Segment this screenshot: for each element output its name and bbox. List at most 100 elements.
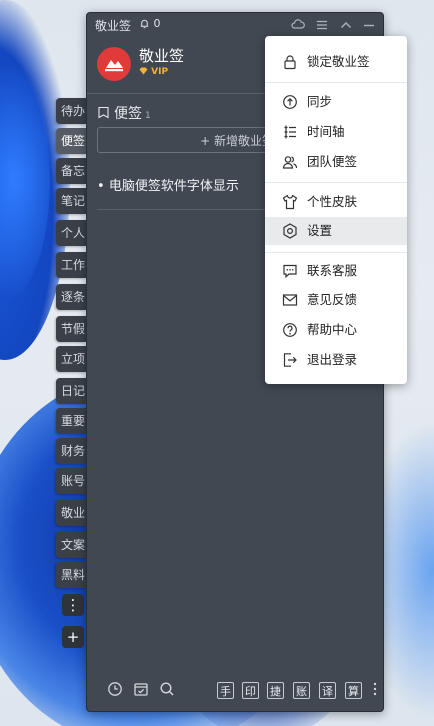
vip-badge[interactable]: VIP	[139, 67, 168, 77]
notification-button[interactable]: 0	[139, 17, 161, 30]
account-button[interactable]: 账	[293, 682, 310, 699]
menu-item-help-center[interactable]: 帮助中心	[265, 316, 407, 344]
side-tab-label: 备忘	[61, 164, 86, 178]
notes-count: 1	[145, 111, 151, 121]
add-tab-button[interactable]: +	[62, 626, 84, 648]
side-tab-label: 待办	[61, 104, 86, 118]
menu-item-timeline[interactable]: 时间轴	[265, 118, 407, 146]
timeline-icon	[284, 125, 296, 139]
side-tab-label: 财务	[61, 444, 86, 458]
clock-icon[interactable]	[105, 681, 125, 701]
note-title: 电脑便签软件字体显示	[108, 179, 239, 194]
collapse-icon[interactable]	[340, 20, 352, 30]
menu-separator	[265, 82, 407, 83]
help-icon	[283, 323, 297, 337]
note-list-item[interactable]: • 电脑便签软件字体显示	[97, 175, 239, 194]
handwriting-button[interactable]: 手	[217, 682, 234, 699]
mail-icon	[282, 294, 298, 306]
side-tab-important[interactable]: 重要	[56, 408, 86, 434]
notification-count: 0	[153, 17, 161, 30]
side-tab-personal[interactable]: 个人	[56, 220, 86, 246]
title-bar-controls	[290, 18, 376, 33]
menu-icon[interactable]	[316, 20, 328, 30]
side-tab-work[interactable]: 工作	[56, 252, 86, 278]
side-tab-label: 日记	[61, 384, 86, 398]
menu-item-sync[interactable]: 同步	[265, 88, 407, 116]
side-tab-finance[interactable]: 财务	[56, 438, 86, 464]
menu-item-label: 联系客服	[307, 263, 358, 278]
bell-icon	[140, 19, 149, 29]
notes-icon	[98, 106, 109, 119]
menu-item-label: 时间轴	[307, 124, 345, 139]
new-note-button[interactable]: + 新增敬业签	[97, 127, 281, 153]
menu-item-lock[interactable]: 锁定敬业签	[265, 48, 407, 76]
menu-item-label: 意见反馈	[307, 292, 358, 307]
cloud-icon[interactable]	[290, 18, 305, 30]
calendar-check-icon[interactable]	[131, 681, 151, 701]
side-tab-label: 便签	[61, 134, 86, 148]
print-button[interactable]: 印	[242, 682, 259, 699]
menu-item-team-notes[interactable]: 团队便签	[265, 148, 407, 176]
note-divider	[97, 209, 281, 210]
side-tab-label: 工作	[61, 258, 86, 272]
skin-icon	[282, 194, 298, 210]
shortcut-button[interactable]: 捷	[267, 682, 284, 699]
menu-item-label: 帮助中心	[307, 322, 358, 337]
vip-label: VIP	[151, 67, 169, 77]
side-tab-notes[interactable]: 便签	[56, 128, 86, 154]
side-tab-label: 重要	[61, 414, 86, 428]
menu-item-label: 团队便签	[307, 154, 358, 169]
calculator-button[interactable]: 算	[345, 682, 362, 699]
search-icon[interactable]	[157, 681, 177, 701]
notes-section-title: 便签	[114, 106, 142, 122]
side-tab-notebook[interactable]: 笔记	[56, 188, 86, 214]
team-icon	[282, 156, 298, 169]
side-tab-todo[interactable]: 待办	[56, 98, 86, 124]
sync-icon	[283, 95, 297, 109]
title-bar: 敬业签 0	[87, 13, 383, 37]
menu-item-skin[interactable]: 个性皮肤	[265, 188, 407, 216]
side-tab-label: 节假	[61, 322, 86, 336]
side-tab-jingye[interactable]: 敬业	[56, 500, 86, 526]
more-options-icon[interactable]	[365, 681, 385, 701]
side-tab-material[interactable]: 黑料	[56, 562, 86, 588]
side-tab-label: 账号	[61, 474, 86, 488]
lock-icon	[284, 55, 296, 70]
menu-item-label: 退出登录	[307, 352, 358, 367]
menu-item-label: 个性皮肤	[307, 194, 358, 209]
diamond-icon	[139, 67, 148, 75]
side-tab-label: 立项	[61, 352, 86, 366]
menu-item-logout[interactable]: 退出登录	[265, 346, 407, 374]
settings-icon	[283, 223, 297, 239]
bottom-toolbar: 手 印 捷 账 译 算	[87, 671, 383, 711]
chat-icon	[283, 264, 297, 279]
side-tab-label: 敬业	[61, 506, 86, 520]
logo-mark-icon	[105, 60, 123, 72]
window-title: 敬业签	[95, 19, 132, 33]
menu-item-settings[interactable]: 设置	[265, 217, 407, 245]
side-tab-project[interactable]: 立项	[56, 346, 86, 372]
side-tab-account[interactable]: 账号	[56, 468, 86, 494]
side-tab-itemized[interactable]: 逐条	[56, 284, 86, 310]
side-tab-label: 个人	[61, 226, 86, 240]
side-tab-diary[interactable]: 日记	[56, 378, 86, 404]
side-tab-label: 逐条	[61, 290, 86, 304]
minimize-icon[interactable]	[363, 20, 375, 30]
menu-separator	[265, 252, 407, 253]
notes-section-header: 便签 1	[97, 103, 151, 123]
side-tab-label: 文案	[61, 538, 86, 552]
side-tab-memo[interactable]: 备忘	[56, 158, 86, 184]
main-dropdown-menu: 锁定敬业签 同步 时间轴 团队便签 个性皮肤 设置 联系客服 意见反馈 帮助中心…	[265, 36, 407, 384]
side-tab-label: 黑料	[61, 568, 86, 582]
menu-item-feedback[interactable]: 意见反馈	[265, 286, 407, 314]
menu-item-label: 锁定敬业签	[307, 54, 370, 69]
menu-item-contact-support[interactable]: 联系客服	[265, 257, 407, 285]
menu-item-label: 同步	[307, 94, 333, 109]
logout-icon	[283, 353, 297, 367]
menu-item-label: 设置	[307, 223, 333, 238]
app-logo[interactable]	[97, 47, 131, 81]
more-tabs-button[interactable]: ⋮	[62, 594, 84, 616]
translate-button[interactable]: 译	[319, 682, 336, 699]
side-tab-holiday[interactable]: 节假	[56, 316, 86, 342]
side-tab-copywriting[interactable]: 文案	[56, 532, 86, 558]
